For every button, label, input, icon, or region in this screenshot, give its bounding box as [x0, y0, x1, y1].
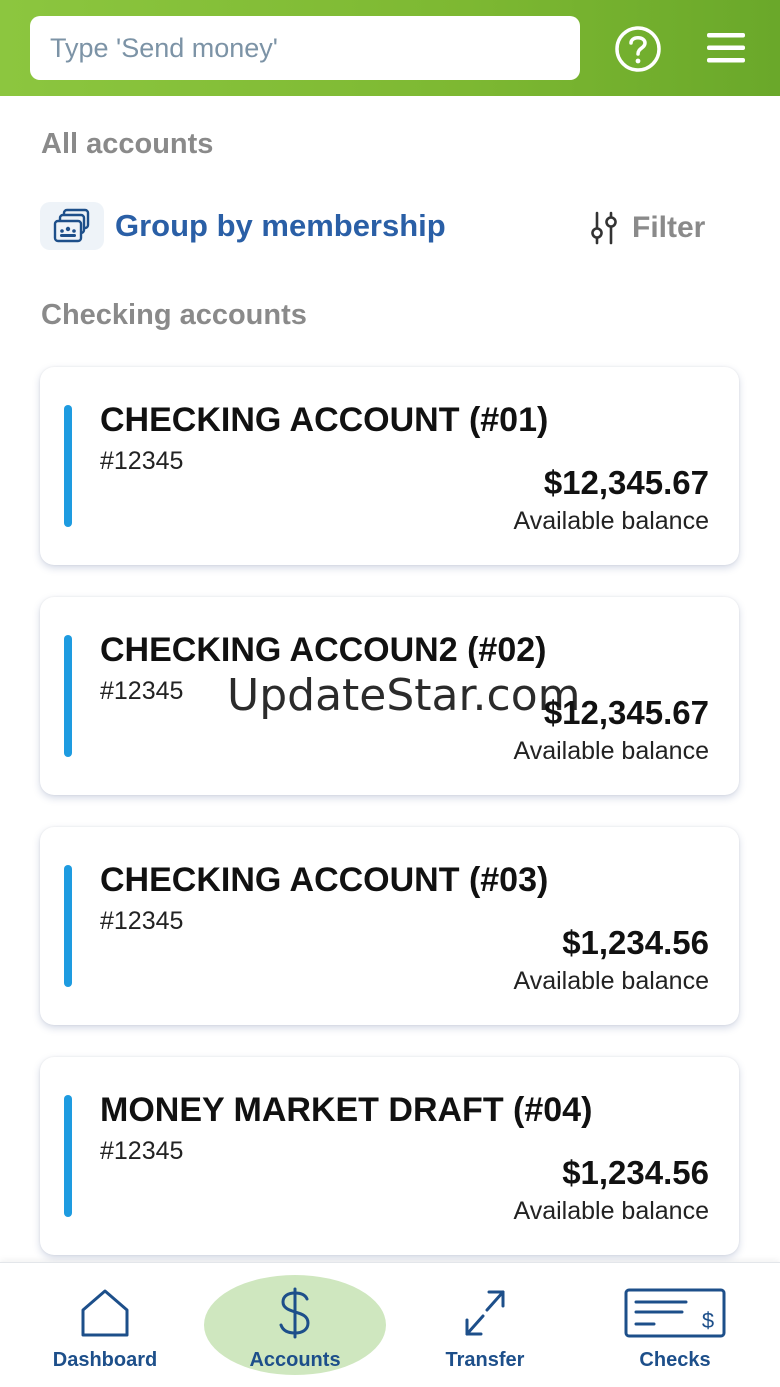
help-icon[interactable] [613, 24, 663, 74]
bottom-navigation: Dashboard Accounts Transfer $ Checks [0, 1262, 780, 1387]
nav-label: Dashboard [52, 1349, 158, 1371]
account-balance: $1,234.56 [562, 1154, 709, 1191]
home-icon [81, 1289, 129, 1337]
balance-label: Available balance [513, 507, 709, 535]
account-name: MONEY MARKET DRAFT (#04) [100, 1091, 593, 1129]
balance-label: Available balance [513, 967, 709, 995]
section-title-checking: Checking accounts [41, 299, 307, 331]
watermark: UpdateStar.com [227, 670, 581, 721]
search-placeholder: Type 'Send money' [50, 32, 278, 63]
account-card[interactable]: CHECKING ACCOUNT (#03) #12345 $1,234.56 … [40, 827, 739, 1025]
transfer-arrows-icon [465, 1290, 505, 1336]
filter-sliders-icon [591, 211, 617, 245]
filter-button[interactable]: Filter [590, 208, 705, 248]
search-input[interactable]: Type 'Send money' [30, 16, 580, 80]
app-header: Type 'Send money' [0, 0, 780, 96]
account-number: #12345 [100, 677, 184, 705]
group-icon-container [40, 202, 104, 250]
svg-text:$: $ [702, 1308, 714, 1333]
nav-label: Accounts [249, 1349, 341, 1371]
nav-label: Transfer [445, 1349, 525, 1371]
nav-item-transfer[interactable]: Transfer [390, 1263, 580, 1387]
balance-label: Available balance [513, 737, 709, 765]
account-name: CHECKING ACCOUNT (#01) [100, 401, 549, 439]
account-name: CHECKING ACCOUN2 (#02) [100, 631, 547, 669]
account-number: #12345 [100, 1137, 184, 1165]
filter-label: Filter [632, 211, 706, 244]
account-number: #12345 [100, 447, 184, 475]
card-accent-bar [64, 635, 72, 757]
accounts-screen: Type 'Send money' All accounts Group by … [0, 0, 780, 1387]
page-title: All accounts [41, 128, 214, 160]
account-number: #12345 [100, 907, 184, 935]
stacked-cards-icon [53, 208, 90, 243]
dollar-icon [279, 1287, 310, 1339]
nav-item-checks[interactable]: $ Checks [580, 1263, 770, 1387]
nav-label: Checks [639, 1349, 711, 1371]
account-card[interactable]: CHECKING ACCOUNT (#01) #12345 $12,345.67… [40, 367, 739, 565]
balance-label: Available balance [513, 1197, 709, 1225]
account-card[interactable]: MONEY MARKET DRAFT (#04) #12345 $1,234.5… [40, 1057, 739, 1255]
account-balance: $12,345.67 [543, 464, 709, 501]
nav-item-dashboard[interactable]: Dashboard [10, 1263, 200, 1387]
group-by-membership-label: Group by membership [115, 208, 446, 243]
card-accent-bar [64, 865, 72, 987]
nav-item-accounts[interactable]: Accounts [200, 1263, 390, 1387]
card-accent-bar [64, 405, 72, 527]
hamburger-menu-icon[interactable] [705, 28, 747, 68]
group-by-membership-button[interactable]: Group by membership [40, 202, 446, 250]
card-accent-bar [64, 1095, 72, 1217]
account-balance: $1,234.56 [562, 924, 709, 961]
account-name: CHECKING ACCOUNT (#03) [100, 861, 549, 899]
check-icon: $ [624, 1288, 726, 1338]
